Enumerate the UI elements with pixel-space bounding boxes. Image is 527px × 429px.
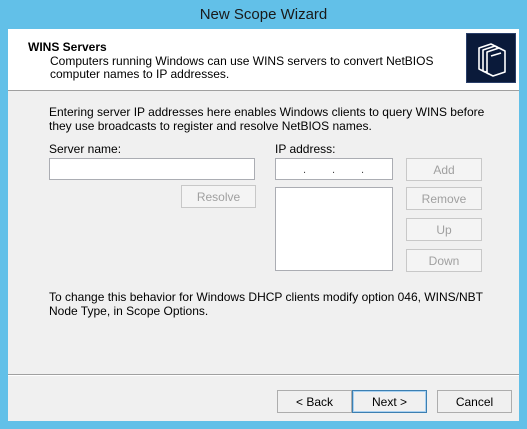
page-description: Computers running Windows can use WINS s… xyxy=(50,54,434,81)
down-button[interactable]: Down xyxy=(406,249,482,272)
footnote-text: To change this behavior for Windows DHCP… xyxy=(49,290,483,318)
back-button[interactable]: < Back xyxy=(277,390,352,413)
footer-divider xyxy=(8,374,519,376)
server-name-input[interactable] xyxy=(49,158,255,180)
wizard-window: New Scope Wizard WINS Servers Computers … xyxy=(0,0,527,429)
wizard-header: WINS Servers Computers running Windows c… xyxy=(8,29,519,91)
wizard-client-area: WINS Servers Computers running Windows c… xyxy=(8,29,519,421)
next-button[interactable]: Next > xyxy=(352,390,427,413)
window-title: New Scope Wizard xyxy=(199,6,328,23)
ip-address-label: IP address: xyxy=(275,142,336,156)
ip-address-input[interactable]: . . . xyxy=(275,158,393,180)
add-button[interactable]: Add xyxy=(406,158,482,181)
resolve-button[interactable]: Resolve xyxy=(181,185,256,208)
up-button[interactable]: Up xyxy=(406,218,482,241)
intro-text: Entering server IP addresses here enable… xyxy=(49,105,485,133)
folders-icon xyxy=(466,33,516,83)
remove-button[interactable]: Remove xyxy=(406,187,482,210)
server-name-label: Server name: xyxy=(49,142,122,156)
ip-address-list[interactable] xyxy=(275,187,393,271)
cancel-button[interactable]: Cancel xyxy=(437,390,512,413)
page-title: WINS Servers xyxy=(28,40,107,54)
